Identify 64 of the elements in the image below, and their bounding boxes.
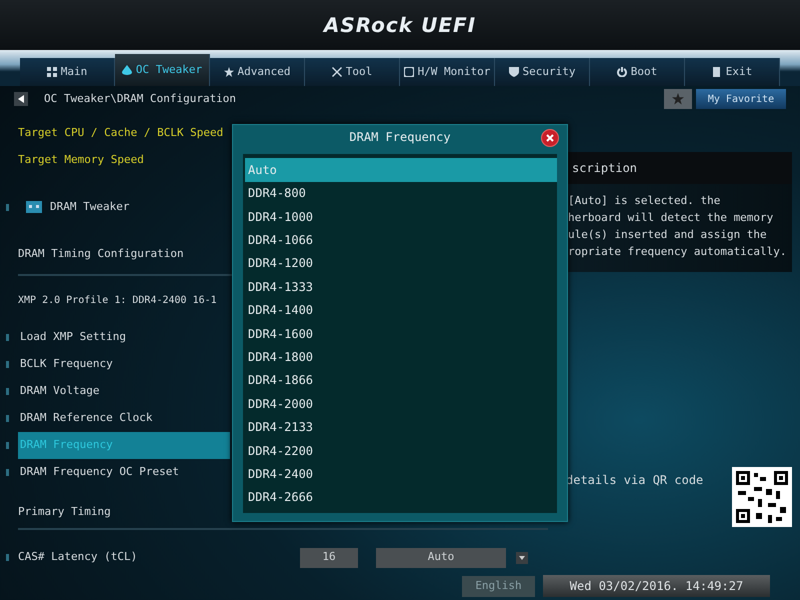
menu-tab[interactable]: Advanced (210, 58, 305, 86)
info-label: Target Memory Speed (18, 152, 145, 168)
favorite-star-button[interactable] (664, 89, 692, 109)
description-text: herboard will detect the memory (568, 210, 774, 226)
section-header: DRAM Timing Configuration (18, 246, 184, 262)
frequency-option[interactable]: DDR4-1200 (245, 252, 557, 276)
star-icon (224, 67, 234, 77)
grid-icon (46, 67, 57, 77)
frequency-option[interactable]: DDR4-2666 (245, 486, 557, 509)
menu-tab[interactable]: H/W Monitor (400, 58, 495, 86)
frequency-option[interactable]: DDR4-1066 (245, 228, 557, 252)
frequency-option[interactable]: DDR4-1333 (245, 275, 557, 298)
power-icon (616, 67, 627, 77)
frequency-option[interactable]: DDR4-2400 (245, 462, 557, 486)
menu-tab[interactable]: OC Tweaker (115, 54, 210, 86)
setting-item[interactable]: CAS# Latency (tCL) (18, 544, 300, 571)
setting-item[interactable]: BCLK Frequency (18, 351, 230, 378)
frequency-option[interactable]: DDR4-2000 (245, 392, 557, 416)
setting-item[interactable]: DRAM Voltage (18, 378, 230, 405)
back-button[interactable] (14, 92, 28, 106)
close-button[interactable] (541, 129, 559, 147)
scroll-down-button[interactable] (516, 552, 528, 564)
info-label: Target CPU / Cache / BCLK Speed (18, 125, 224, 142)
flame-icon (122, 65, 132, 75)
frequency-option[interactable]: DDR4-1000 (245, 204, 557, 228)
submenu-link[interactable]: DRAM Tweaker (50, 198, 130, 216)
setting-item[interactable]: Load XMP Setting (18, 324, 230, 351)
close-icon (546, 134, 554, 142)
shield-icon (508, 67, 518, 77)
description-text: ule(s) inserted and assign the (568, 227, 768, 243)
profile-info: XMP 2.0 Profile 1: DDR4-2400 16-1 (18, 294, 218, 308)
section-header: Primary Timing (18, 504, 111, 520)
description-title: scription (566, 152, 792, 184)
qr-code-icon (732, 467, 792, 527)
frequency-option[interactable]: DDR4-1866 (245, 368, 557, 392)
menu-tab[interactable]: Exit (685, 58, 780, 86)
frequency-option[interactable]: DDR4-1400 (245, 298, 557, 322)
logo: ASRock (324, 15, 414, 35)
setting-item[interactable]: DRAM Reference Clock (18, 405, 230, 432)
frequency-option[interactable]: DDR4-800 (245, 182, 557, 205)
monitor-icon (404, 67, 414, 77)
setting-item[interactable]: DRAM Frequency OC Preset (18, 459, 230, 486)
menu-tab[interactable]: Main (20, 58, 115, 86)
back-arrow-icon (18, 95, 24, 103)
my-favorite-button[interactable]: My Favorite (696, 89, 786, 109)
menu-tab[interactable]: Tool (305, 58, 400, 86)
star-icon (672, 93, 684, 105)
frequency-option[interactable]: DDR4-2200 (245, 438, 557, 462)
value-field[interactable]: 16 (300, 548, 358, 568)
description-text: ropriate frequency automatically. (568, 244, 788, 260)
qr-caption: details via QR code (566, 472, 704, 489)
description-text: [Auto] is selected. the (568, 193, 722, 209)
caret-icon (519, 556, 525, 560)
product-title: UEFI (421, 15, 476, 35)
frequency-option[interactable]: DDR4-1600 (245, 322, 557, 346)
memory-icon (26, 201, 42, 213)
menu-tab[interactable]: Security (495, 58, 590, 86)
option-dropdown[interactable]: Auto (376, 548, 506, 568)
dialog-title: DRAM Frequency (349, 128, 451, 146)
date-time: Wed 03/02/2016. 14:49:27 (543, 575, 770, 597)
menu-tab[interactable]: Boot (590, 58, 685, 86)
frequency-option[interactable]: DDR4-1800 (245, 345, 557, 369)
frequency-option[interactable]: DDR4-2133 (245, 415, 557, 439)
breadcrumb: OC Tweaker\DRAM Configuration (44, 90, 236, 107)
